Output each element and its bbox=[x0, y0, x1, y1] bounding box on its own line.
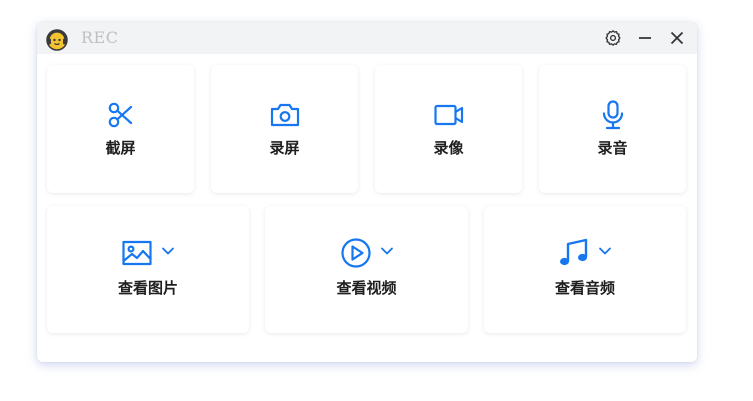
view-videos-card[interactable]: 查看视频 bbox=[265, 206, 468, 333]
audio-record-label: 录音 bbox=[597, 139, 628, 157]
scissors-icon bbox=[108, 102, 132, 128]
headphones-mascot-icon bbox=[46, 29, 68, 51]
screen-record-card[interactable]: 录屏 bbox=[211, 65, 358, 193]
gear-icon bbox=[605, 30, 621, 46]
view-audio-label: 查看音频 bbox=[554, 279, 615, 297]
microphone-icon bbox=[602, 100, 623, 130]
video-camera-icon bbox=[433, 104, 463, 126]
video-record-card[interactable]: 录像 bbox=[375, 65, 522, 193]
view-videos-icon-row bbox=[265, 236, 468, 270]
view-images-label: 查看图片 bbox=[117, 279, 178, 297]
music-note-icon bbox=[560, 238, 588, 266]
close-button[interactable] bbox=[665, 27, 689, 49]
view-audio-card[interactable]: 查看音频 bbox=[484, 206, 686, 333]
image-icon bbox=[122, 240, 152, 266]
settings-button[interactable] bbox=[601, 27, 625, 49]
minimize-button[interactable] bbox=[633, 27, 657, 49]
close-icon bbox=[670, 31, 684, 45]
audio-record-card[interactable]: 录音 bbox=[539, 65, 686, 193]
minimize-icon bbox=[639, 37, 651, 39]
screenshot-card[interactable]: 截屏 bbox=[47, 65, 194, 193]
play-circle-icon bbox=[340, 238, 371, 268]
view-images-icon-row bbox=[47, 236, 249, 270]
view-audio-icon-row bbox=[484, 236, 686, 270]
app-window: REC 截屏 录屏 录像 录音 查看图片 查看视频 查看音频 bbox=[37, 22, 697, 362]
view-videos-label: 查看视频 bbox=[336, 279, 397, 297]
chevron-down-icon[interactable] bbox=[597, 243, 613, 259]
title-bar[interactable]: REC bbox=[37, 22, 697, 54]
view-images-card[interactable]: 查看图片 bbox=[47, 206, 249, 333]
screenshot-label: 截屏 bbox=[105, 139, 136, 157]
chevron-down-icon[interactable] bbox=[160, 243, 176, 259]
chevron-down-icon[interactable] bbox=[379, 243, 395, 259]
camera-icon bbox=[270, 103, 299, 127]
app-title: REC bbox=[81, 28, 119, 47]
video-record-label: 录像 bbox=[433, 139, 464, 157]
screen-record-label: 录屏 bbox=[269, 139, 300, 157]
